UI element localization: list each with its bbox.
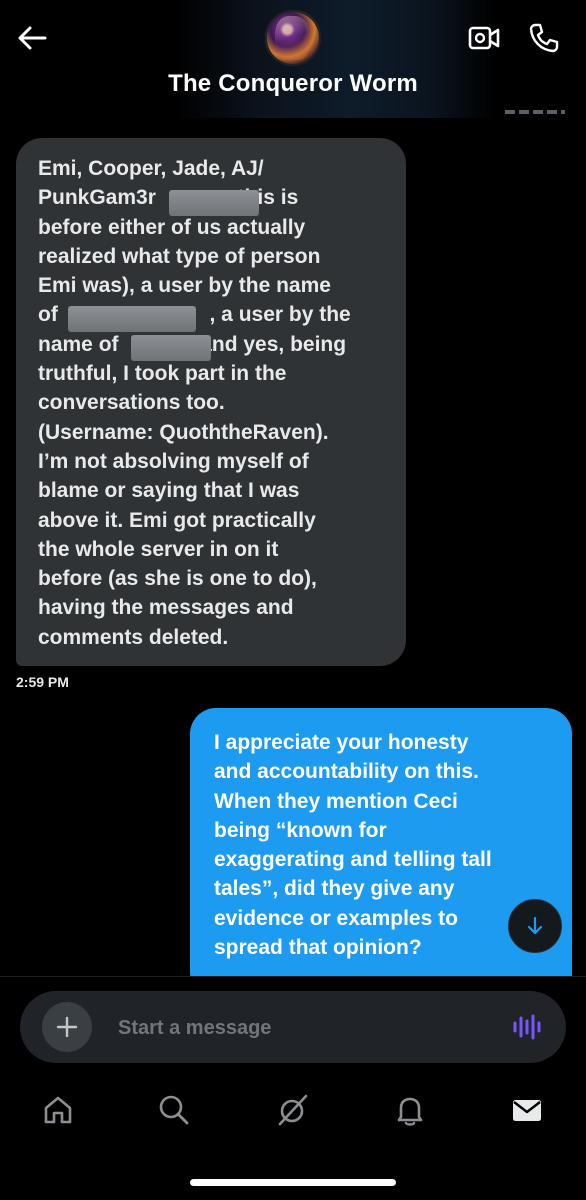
- tab-home[interactable]: [38, 1090, 78, 1130]
- avatar[interactable]: [265, 10, 321, 66]
- message-line: above it. Emi got practically: [38, 508, 316, 532]
- message-line: name of and yes, being: [38, 332, 347, 356]
- message-line: having the messages and: [38, 596, 294, 620]
- message-line: tales”, did they give any: [214, 877, 455, 901]
- message-line: When they mention Ceci: [214, 789, 458, 813]
- voice-call-button[interactable]: [526, 20, 562, 56]
- message-line: and accountability on this.: [214, 760, 479, 784]
- message-line: the whole server in on it: [38, 537, 279, 561]
- message-line: Emi was), a user by the name: [38, 274, 331, 298]
- voice-wave-icon: [513, 1014, 541, 1040]
- home-icon: [44, 1096, 72, 1124]
- scroll-to-bottom-button[interactable]: [508, 899, 562, 953]
- message-input[interactable]: [116, 1007, 480, 1049]
- arrow-left-icon: [18, 26, 47, 50]
- bell-icon: [397, 1097, 423, 1126]
- add-media-button[interactable]: [42, 1002, 92, 1052]
- video-camera-icon: [468, 26, 500, 50]
- incoming-message-bubble[interactable]: Emi, Cooper, Jade, AJ/PunkGam3r this isb…: [16, 138, 406, 666]
- message-line: exaggerating and telling tall: [214, 848, 492, 872]
- redacted-username: [169, 190, 259, 216]
- message-line: being “known for: [214, 818, 387, 842]
- tab-grok[interactable]: [273, 1090, 313, 1130]
- mail-icon: [513, 1100, 541, 1121]
- message-line: realized what type of person: [38, 244, 321, 268]
- redacted-username: [68, 306, 196, 332]
- search-icon: [159, 1095, 189, 1125]
- composer-box: [20, 991, 566, 1063]
- message-composer: [0, 976, 586, 1067]
- message-line: truthful, I took part in the: [38, 362, 287, 386]
- bottom-tab-bar: [0, 1066, 586, 1200]
- incoming-message-text: Emi, Cooper, Jade, AJ/PunkGam3r this isb…: [38, 154, 384, 652]
- outgoing-message-text: I appreciate your honesty and accountabil…: [214, 728, 548, 962]
- message-line: before either of us actually: [38, 215, 306, 239]
- message-list[interactable]: Emi, Cooper, Jade, AJ/PunkGam3r this isb…: [0, 118, 586, 976]
- message-line: evidence or examples to: [214, 906, 458, 930]
- tab-messages[interactable]: [507, 1090, 547, 1130]
- conversation-title[interactable]: The Conqueror Worm: [0, 70, 586, 98]
- redacted-username: [131, 335, 211, 361]
- message-timestamp: 2:59 PM: [16, 674, 69, 690]
- header-divider: [505, 110, 565, 114]
- plus-icon: [56, 1016, 78, 1038]
- video-call-button[interactable]: [466, 20, 502, 56]
- message-line: comments deleted.: [38, 625, 229, 649]
- grok-icon: [278, 1094, 308, 1126]
- home-indicator[interactable]: [190, 1179, 396, 1186]
- message-line: blame or saying that I was: [38, 479, 300, 503]
- message-line: before (as she is one to do),: [38, 567, 317, 591]
- message-line: spread that opinion?: [214, 936, 422, 960]
- back-button[interactable]: [12, 18, 52, 58]
- tab-notifications[interactable]: [390, 1090, 430, 1130]
- conversation-header: The Conqueror Worm: [0, 0, 586, 118]
- arrow-down-icon: [527, 916, 543, 935]
- voice-message-button[interactable]: [508, 1009, 544, 1045]
- message-line: I’m not absolving myself of: [38, 449, 309, 473]
- tab-search[interactable]: [154, 1090, 194, 1130]
- message-line: Emi, Cooper, Jade, AJ/: [38, 157, 264, 180]
- phone-icon: [529, 23, 559, 53]
- message-line: I appreciate your honesty: [214, 731, 469, 754]
- message-line: (Username: QuoththeRaven).: [38, 420, 329, 444]
- header-background: [175, 0, 495, 118]
- message-line: conversations too.: [38, 391, 225, 415]
